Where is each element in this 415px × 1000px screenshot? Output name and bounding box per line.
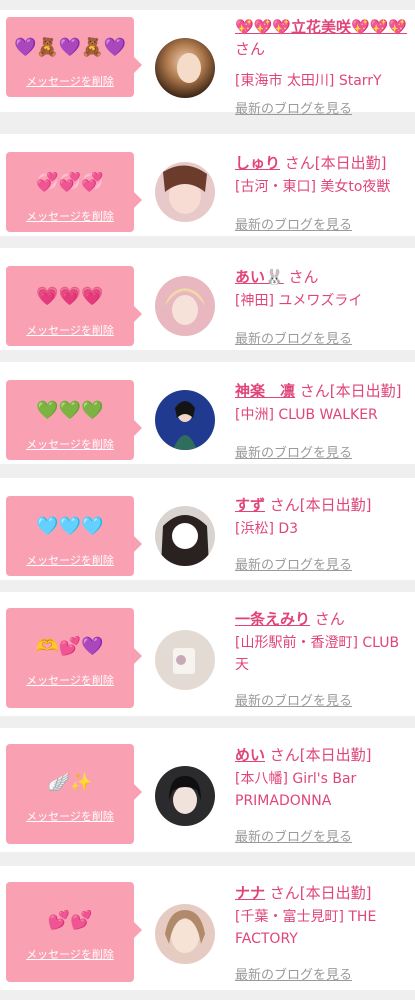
latest-blog-link[interactable]: 最新のブログを見る	[235, 328, 352, 347]
message-bubble: 💗💗💗 メッセージを削除	[6, 266, 142, 346]
name-suffix: さん	[280, 154, 315, 172]
shop-link[interactable]: [中洲] CLUB WALKER	[235, 404, 410, 426]
message-text: 🫶💕💜	[36, 636, 104, 657]
avatar[interactable]	[155, 766, 215, 826]
message-bubble: 💕💕 メッセージを削除	[6, 882, 142, 982]
message-card: 🫶💕💜 メッセージを削除 一条えみり さん [山形駅前・香澄町] CLUB 天 …	[0, 592, 415, 716]
name-suffix: さん	[283, 268, 319, 286]
message-bubble: 🫶💕💜 メッセージを削除	[6, 608, 142, 708]
girl-name-link[interactable]: 💖💖💖立花美咲💖💖💖	[235, 18, 407, 36]
girl-name-link[interactable]: 神楽 凛	[235, 382, 295, 400]
message-card: 🩵🩵🩵 メッセージを削除 すず さん[本日出勤] [浜松] D3 最新のブログを…	[0, 478, 415, 580]
message-text: 💗💗💗	[36, 286, 104, 307]
message-card: 💕💕 メッセージを削除 ナナ さん[本日出勤] [千葉・富士見町] THE FA…	[0, 866, 415, 990]
message-card: 💜🧸💜🧸💜 メッセージを削除 💖💖💖立花美咲💖💖💖 さん [東海市 太田川] S…	[0, 10, 415, 117]
latest-blog-link[interactable]: 最新のブログを見る	[235, 964, 352, 983]
shop-link[interactable]: [本八幡] Girl's Bar PRIMADONNA	[235, 768, 410, 812]
delete-message-link[interactable]: メッセージを削除	[6, 552, 134, 568]
shop-link[interactable]: [山形駅前・香澄町] CLUB 天	[235, 632, 410, 676]
message-text: 💞💞💞	[36, 172, 104, 193]
name-suffix: さん	[310, 610, 345, 628]
message-text: 💜🧸💜🧸💜	[13, 37, 127, 58]
shop-link[interactable]: [古河・東口] 美女to夜獣	[235, 176, 410, 198]
girl-name-link[interactable]: 一条えみり	[235, 610, 310, 628]
latest-blog-link[interactable]: 最新のブログを見る	[235, 826, 352, 845]
avatar[interactable]	[155, 38, 215, 98]
avatar[interactable]	[155, 276, 215, 336]
name-suffix: さん	[235, 40, 266, 58]
message-text: 🪽✨	[47, 772, 93, 793]
delete-message-link[interactable]: メッセージを削除	[6, 672, 134, 688]
avatar[interactable]	[155, 630, 215, 690]
status-badge: [本日出勤]	[299, 496, 372, 514]
status-badge: [本日出勤]	[329, 382, 402, 400]
girl-name-link[interactable]: しゅり	[235, 154, 280, 172]
girl-name-link[interactable]: ナナ	[235, 884, 265, 902]
girl-name-link[interactable]: あい🐰	[235, 268, 284, 286]
name-suffix: さん	[265, 496, 300, 514]
latest-blog-link[interactable]: 最新のブログを見る	[235, 554, 352, 573]
name-suffix: さん	[265, 746, 300, 764]
shop-link[interactable]: [東海市 太田川] StarrY	[235, 70, 410, 92]
delete-message-link[interactable]: メッセージを削除	[6, 946, 134, 962]
avatar[interactable]	[155, 390, 215, 450]
message-bubble: 🩵🩵🩵 メッセージを削除	[6, 496, 142, 576]
delete-message-link[interactable]: メッセージを削除	[6, 73, 134, 89]
message-text: 💚💚💚	[36, 400, 104, 421]
status-badge: [本日出勤]	[314, 154, 387, 172]
message-bubble: 🪽✨ メッセージを削除	[6, 744, 142, 844]
avatar[interactable]	[155, 162, 215, 222]
shop-link[interactable]: [神田] ユメワズライ	[235, 290, 410, 312]
message-text: 💕💕	[47, 910, 93, 931]
message-text: 🩵🩵🩵	[36, 516, 104, 537]
delete-message-link[interactable]: メッセージを削除	[6, 808, 134, 824]
delete-message-link[interactable]: メッセージを削除	[6, 322, 134, 338]
avatar[interactable]	[155, 904, 215, 964]
latest-blog-link[interactable]: 最新のブログを見る	[235, 690, 352, 709]
message-card: 💗💗💗 メッセージを削除 あい🐰 さん [神田] ユメワズライ 最新のブログを見…	[0, 248, 415, 350]
name-suffix: さん	[295, 382, 330, 400]
avatar[interactable]	[155, 506, 215, 566]
latest-blog-link[interactable]: 最新のブログを見る	[235, 98, 352, 117]
message-bubble: 💜🧸💜🧸💜 メッセージを削除	[6, 17, 142, 97]
girl-name-link[interactable]: すず	[235, 496, 265, 514]
status-badge: [本日出勤]	[299, 746, 372, 764]
shop-link[interactable]: [浜松] D3	[235, 518, 410, 540]
latest-blog-link[interactable]: 最新のブログを見る	[235, 442, 352, 461]
message-bubble: 💚💚💚 メッセージを削除	[6, 380, 142, 460]
message-card: 💞💞💞 メッセージを削除 しゅり さん[本日出勤] [古河・東口] 美女to夜獣…	[0, 134, 415, 236]
latest-blog-link[interactable]: 最新のブログを見る	[235, 214, 352, 233]
delete-message-link[interactable]: メッセージを削除	[6, 208, 134, 224]
girl-name-link[interactable]: めい	[235, 746, 265, 764]
shop-link[interactable]: [千葉・富士見町] THE FACTORY	[235, 906, 410, 950]
status-badge: [本日出勤]	[299, 884, 372, 902]
delete-message-link[interactable]: メッセージを削除	[6, 436, 134, 452]
message-card: 💚💚💚 メッセージを削除 神楽 凛 さん[本日出勤] [中洲] CLUB WAL…	[0, 362, 415, 464]
name-suffix: さん	[265, 884, 300, 902]
message-bubble: 💞💞💞 メッセージを削除	[6, 152, 142, 232]
message-card: 🪽✨ メッセージを削除 めい さん[本日出勤] [本八幡] Girl's Bar…	[0, 728, 415, 852]
